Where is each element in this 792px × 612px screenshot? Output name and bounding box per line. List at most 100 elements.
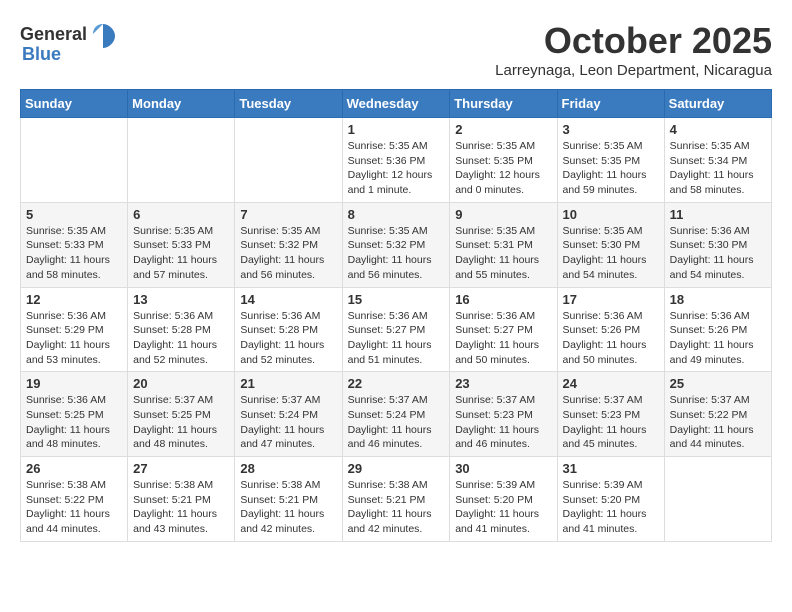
day-number: 22 (348, 376, 445, 391)
day-info: Sunrise: 5:36 AMSunset: 5:30 PMDaylight:… (670, 224, 766, 283)
calendar-cell: 2 Sunrise: 5:35 AMSunset: 5:35 PMDaylight… (450, 118, 557, 203)
calendar-cell: 23 Sunrise: 5:37 AMSunset: 5:23 PMDayligh… (450, 372, 557, 457)
day-info: Sunrise: 5:35 AMSunset: 5:35 PMDaylight:… (455, 139, 551, 198)
day-info: Sunrise: 5:35 AMSunset: 5:36 PMDaylight:… (348, 139, 445, 198)
calendar-cell: 19 Sunrise: 5:36 AMSunset: 5:25 PMDayligh… (21, 372, 128, 457)
day-info: Sunrise: 5:36 AMSunset: 5:26 PMDaylight:… (563, 309, 659, 368)
day-info: Sunrise: 5:35 AMSunset: 5:30 PMDaylight:… (563, 224, 659, 283)
calendar-cell (664, 457, 771, 542)
day-number: 11 (670, 207, 766, 222)
logo-icon (89, 20, 117, 48)
day-info: Sunrise: 5:37 AMSunset: 5:23 PMDaylight:… (455, 393, 551, 452)
calendar-cell: 15Sunrise: 5:36 AMSunset: 5:27 PMDayligh… (342, 287, 450, 372)
day-info: Sunrise: 5:37 AMSunset: 5:25 PMDaylight:… (133, 393, 229, 452)
week-row-4: 19 Sunrise: 5:36 AMSunset: 5:25 PMDayligh… (21, 372, 772, 457)
calendar-cell (128, 118, 235, 203)
calendar-cell: 27Sunrise: 5:38 AMSunset: 5:21 PMDayligh… (128, 457, 235, 542)
calendar-cell: 20 Sunrise: 5:37 AMSunset: 5:25 PMDayligh… (128, 372, 235, 457)
day-number: 17 (563, 292, 659, 307)
day-number: 30 (455, 461, 551, 476)
calendar-cell: 16Sunrise: 5:36 AMSunset: 5:27 PMDayligh… (450, 287, 557, 372)
calendar-cell: 3 Sunrise: 5:35 AMSunset: 5:35 PMDaylight… (557, 118, 664, 203)
day-number: 12 (26, 292, 122, 307)
day-info: Sunrise: 5:36 AMSunset: 5:26 PMDaylight:… (670, 309, 766, 368)
day-number: 24 (563, 376, 659, 391)
day-number: 4 (670, 122, 766, 137)
day-info: Sunrise: 5:37 AMSunset: 5:22 PMDaylight:… (670, 393, 766, 452)
weekday-header-sunday: Sunday (21, 90, 128, 118)
day-number: 2 (455, 122, 551, 137)
day-info: Sunrise: 5:35 AMSunset: 5:33 PMDaylight:… (26, 224, 122, 283)
calendar-cell: 31 Sunrise: 5:39 AMSunset: 5:20 PMDayligh… (557, 457, 664, 542)
calendar-cell: 10 Sunrise: 5:35 AMSunset: 5:30 PMDayligh… (557, 202, 664, 287)
day-number: 31 (563, 461, 659, 476)
day-number: 9 (455, 207, 551, 222)
calendar-cell: 6Sunrise: 5:35 AMSunset: 5:33 PMDaylight… (128, 202, 235, 287)
weekday-header-wednesday: Wednesday (342, 90, 450, 118)
day-number: 3 (563, 122, 659, 137)
day-number: 20 (133, 376, 229, 391)
calendar-cell: 7 Sunrise: 5:35 AMSunset: 5:32 PMDaylight… (235, 202, 342, 287)
week-row-2: 5 Sunrise: 5:35 AMSunset: 5:33 PMDaylight… (21, 202, 772, 287)
day-number: 14 (240, 292, 336, 307)
calendar-cell: 9 Sunrise: 5:35 AMSunset: 5:31 PMDaylight… (450, 202, 557, 287)
day-number: 1 (348, 122, 445, 137)
day-info: Sunrise: 5:39 AMSunset: 5:20 PMDaylight:… (455, 478, 551, 537)
day-number: 26 (26, 461, 122, 476)
day-info: Sunrise: 5:38 AMSunset: 5:21 PMDaylight:… (348, 478, 445, 537)
day-number: 8 (348, 207, 445, 222)
weekday-header-tuesday: Tuesday (235, 90, 342, 118)
weekday-header-thursday: Thursday (450, 90, 557, 118)
day-info: Sunrise: 5:35 AMSunset: 5:32 PMDaylight:… (240, 224, 336, 283)
day-number: 23 (455, 376, 551, 391)
calendar-cell: 28 Sunrise: 5:38 AMSunset: 5:21 PMDayligh… (235, 457, 342, 542)
calendar-cell (235, 118, 342, 203)
day-number: 28 (240, 461, 336, 476)
day-info: Sunrise: 5:37 AMSunset: 5:24 PMDaylight:… (348, 393, 445, 452)
calendar-cell: 13Sunrise: 5:36 AMSunset: 5:28 PMDayligh… (128, 287, 235, 372)
day-info: Sunrise: 5:36 AMSunset: 5:27 PMDaylight:… (455, 309, 551, 368)
location-subtitle: Larreynaga, Leon Department, Nicaragua (495, 62, 772, 79)
calendar-cell: 5 Sunrise: 5:35 AMSunset: 5:33 PMDaylight… (21, 202, 128, 287)
day-info: Sunrise: 5:39 AMSunset: 5:20 PMDaylight:… (563, 478, 659, 537)
calendar-cell: 14 Sunrise: 5:36 AMSunset: 5:28 PMDayligh… (235, 287, 342, 372)
day-number: 19 (26, 376, 122, 391)
calendar-cell: 12 Sunrise: 5:36 AMSunset: 5:29 PMDayligh… (21, 287, 128, 372)
month-year-title: October 2025 (495, 20, 772, 62)
calendar-cell: 1 Sunrise: 5:35 AMSunset: 5:36 PMDaylight… (342, 118, 450, 203)
calendar-table: SundayMondayTuesdayWednesdayThursdayFrid… (20, 89, 772, 542)
day-number: 5 (26, 207, 122, 222)
day-info: Sunrise: 5:38 AMSunset: 5:21 PMDaylight:… (240, 478, 336, 537)
day-info: Sunrise: 5:35 AMSunset: 5:35 PMDaylight:… (563, 139, 659, 198)
calendar-cell: 17 Sunrise: 5:36 AMSunset: 5:26 PMDayligh… (557, 287, 664, 372)
logo: General Blue (20, 20, 117, 65)
day-info: Sunrise: 5:35 AMSunset: 5:34 PMDaylight:… (670, 139, 766, 198)
calendar-cell: 21Sunrise: 5:37 AMSunset: 5:24 PMDayligh… (235, 372, 342, 457)
weekday-header-friday: Friday (557, 90, 664, 118)
week-row-5: 26 Sunrise: 5:38 AMSunset: 5:22 PMDayligh… (21, 457, 772, 542)
calendar-cell: 22 Sunrise: 5:37 AMSunset: 5:24 PMDayligh… (342, 372, 450, 457)
day-number: 13 (133, 292, 229, 307)
day-number: 6 (133, 207, 229, 222)
week-row-1: 1 Sunrise: 5:35 AMSunset: 5:36 PMDaylight… (21, 118, 772, 203)
day-number: 7 (240, 207, 336, 222)
calendar-cell: 4 Sunrise: 5:35 AMSunset: 5:34 PMDaylight… (664, 118, 771, 203)
day-number: 21 (240, 376, 336, 391)
day-info: Sunrise: 5:36 AMSunset: 5:29 PMDaylight:… (26, 309, 122, 368)
calendar-cell: 11 Sunrise: 5:36 AMSunset: 5:30 PMDayligh… (664, 202, 771, 287)
calendar-cell: 29Sunrise: 5:38 AMSunset: 5:21 PMDayligh… (342, 457, 450, 542)
day-info: Sunrise: 5:38 AMSunset: 5:22 PMDaylight:… (26, 478, 122, 537)
day-info: Sunrise: 5:35 AMSunset: 5:31 PMDaylight:… (455, 224, 551, 283)
day-info: Sunrise: 5:36 AMSunset: 5:25 PMDaylight:… (26, 393, 122, 452)
page-header: General Blue October 2025 Larreynaga, Le… (20, 20, 772, 79)
weekday-header-monday: Monday (128, 90, 235, 118)
calendar-cell: 26 Sunrise: 5:38 AMSunset: 5:22 PMDayligh… (21, 457, 128, 542)
day-info: Sunrise: 5:36 AMSunset: 5:28 PMDaylight:… (240, 309, 336, 368)
title-section: October 2025 Larreynaga, Leon Department… (495, 20, 772, 79)
logo-general: General (20, 24, 87, 45)
day-info: Sunrise: 5:35 AMSunset: 5:32 PMDaylight:… (348, 224, 445, 283)
calendar-cell: 24 Sunrise: 5:37 AMSunset: 5:23 PMDayligh… (557, 372, 664, 457)
day-number: 10 (563, 207, 659, 222)
day-info: Sunrise: 5:37 AMSunset: 5:23 PMDaylight:… (563, 393, 659, 452)
calendar-cell: 8 Sunrise: 5:35 AMSunset: 5:32 PMDaylight… (342, 202, 450, 287)
